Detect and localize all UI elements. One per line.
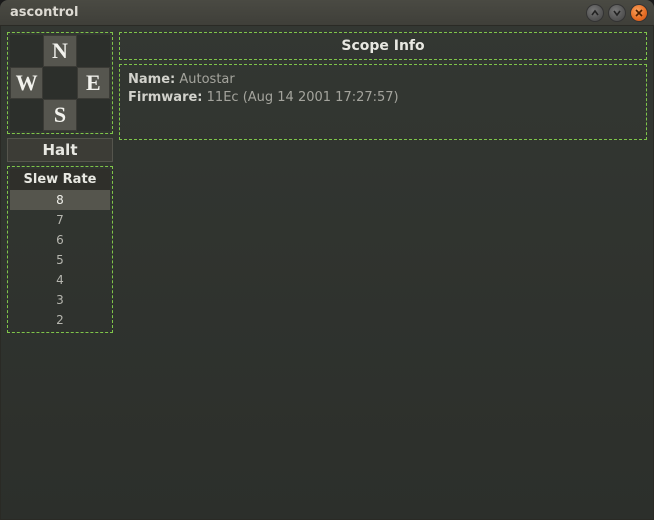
- slew-rate-panel: Slew Rate 8765432: [7, 166, 113, 333]
- window-controls: [586, 4, 648, 22]
- right-column: Scope Info Name: Autostar Firmware: 11Ec…: [119, 32, 647, 513]
- chevron-up-icon: [590, 8, 600, 18]
- app-window: ascontrol N W: [0, 0, 654, 520]
- north-button[interactable]: N: [43, 35, 76, 67]
- slew-rate-item[interactable]: 6: [10, 230, 110, 250]
- slew-rate-item[interactable]: 7: [10, 210, 110, 230]
- scope-firmware-label: Firmware:: [128, 90, 203, 105]
- scope-info-body: Name: Autostar Firmware: 11Ec (Aug 14 20…: [119, 64, 647, 140]
- south-button[interactable]: S: [43, 99, 76, 131]
- minimize-button[interactable]: [586, 4, 604, 22]
- client-area: N W E S Halt Slew Rate 8765432: [0, 26, 654, 520]
- slew-rate-header: Slew Rate: [10, 169, 110, 190]
- window-title: ascontrol: [6, 5, 586, 20]
- direction-pad-panel: N W E S: [7, 32, 113, 134]
- left-column: N W E S Halt Slew Rate 8765432: [7, 32, 113, 513]
- scope-info-header: Scope Info: [122, 35, 644, 57]
- scope-name-row: Name: Autostar: [128, 71, 638, 89]
- slew-rate-item[interactable]: 5: [10, 250, 110, 270]
- scope-firmware-row: Firmware: 11Ec (Aug 14 2001 17:27:57): [128, 89, 638, 107]
- scope-name-value: Autostar: [179, 72, 234, 87]
- slew-rate-list[interactable]: 8765432: [10, 190, 110, 330]
- scope-info-header-panel: Scope Info: [119, 32, 647, 60]
- maximize-button[interactable]: [608, 4, 626, 22]
- slew-rate-item[interactable]: 4: [10, 270, 110, 290]
- direction-pad: N W E S: [10, 35, 110, 131]
- scope-firmware-value: 11Ec (Aug 14 2001 17:27:57): [207, 90, 399, 105]
- close-icon: [634, 8, 644, 18]
- scope-name-label: Name:: [128, 72, 175, 87]
- chevron-down-icon: [612, 8, 622, 18]
- slew-rate-item[interactable]: 2: [10, 310, 110, 330]
- halt-button[interactable]: Halt: [7, 138, 113, 162]
- east-button[interactable]: E: [77, 67, 110, 99]
- slew-rate-item[interactable]: 3: [10, 290, 110, 310]
- slew-rate-item[interactable]: 8: [10, 190, 110, 210]
- west-button[interactable]: W: [10, 67, 43, 99]
- close-button[interactable]: [630, 4, 648, 22]
- titlebar[interactable]: ascontrol: [0, 0, 654, 26]
